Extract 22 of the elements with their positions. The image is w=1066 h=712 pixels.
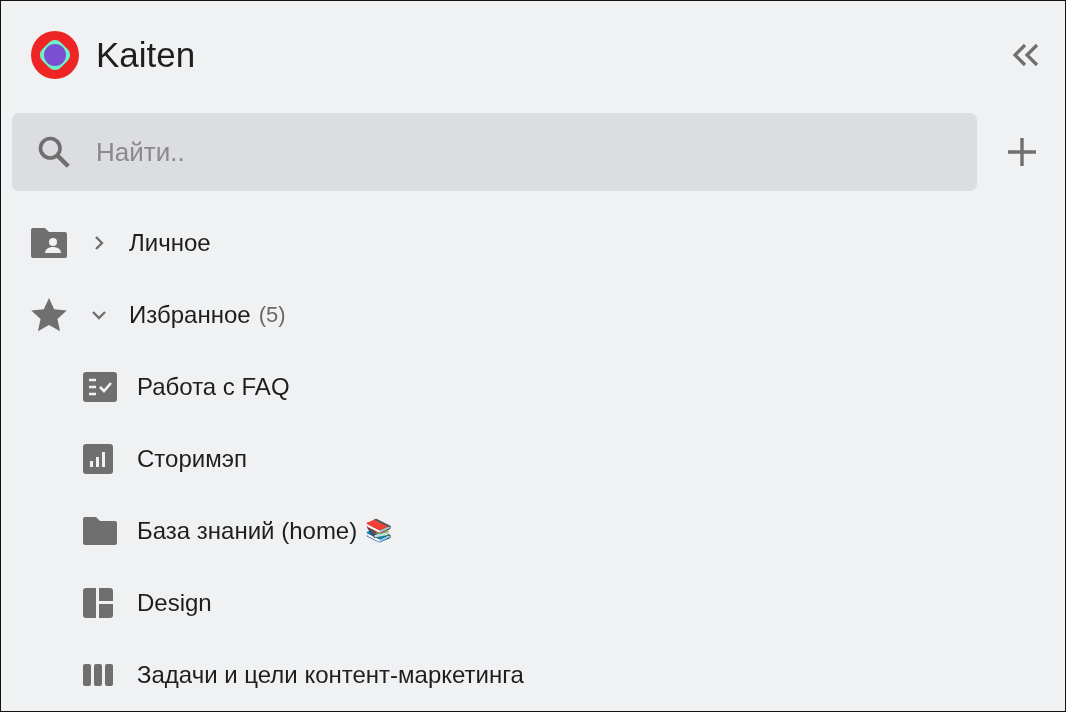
- item-count: (5): [258, 302, 286, 328]
- search-field[interactable]: Найти..: [12, 113, 977, 191]
- collapse-icon[interactable]: [1011, 43, 1041, 67]
- search-icon: [36, 134, 72, 170]
- tree-item-label[interactable]: Задачи и цели контент-маркетинга: [137, 661, 524, 689]
- tree-item-label[interactable]: Работа с FAQ: [137, 373, 290, 401]
- tree-item-label[interactable]: Личное: [129, 229, 211, 257]
- checklist-icon: [83, 372, 117, 402]
- app-title: Kaiten: [96, 35, 196, 75]
- columns-icon: [83, 664, 113, 686]
- star-icon: [31, 298, 67, 332]
- layout-icon: [83, 588, 113, 618]
- tree-item-label[interactable]: Избранное: [129, 301, 251, 329]
- tree-item-label[interactable]: Design: [137, 589, 212, 617]
- chart-icon: [83, 444, 113, 474]
- contact-folder-icon: [31, 228, 67, 258]
- books-emoji: 📚: [365, 518, 393, 544]
- add-icon[interactable]: [1007, 137, 1037, 167]
- tree-item-label[interactable]: База знаний (home): [137, 517, 358, 545]
- logo-icon: [30, 30, 80, 80]
- folder-icon: [83, 517, 117, 545]
- tree-item-label[interactable]: Сторимэп: [137, 445, 247, 473]
